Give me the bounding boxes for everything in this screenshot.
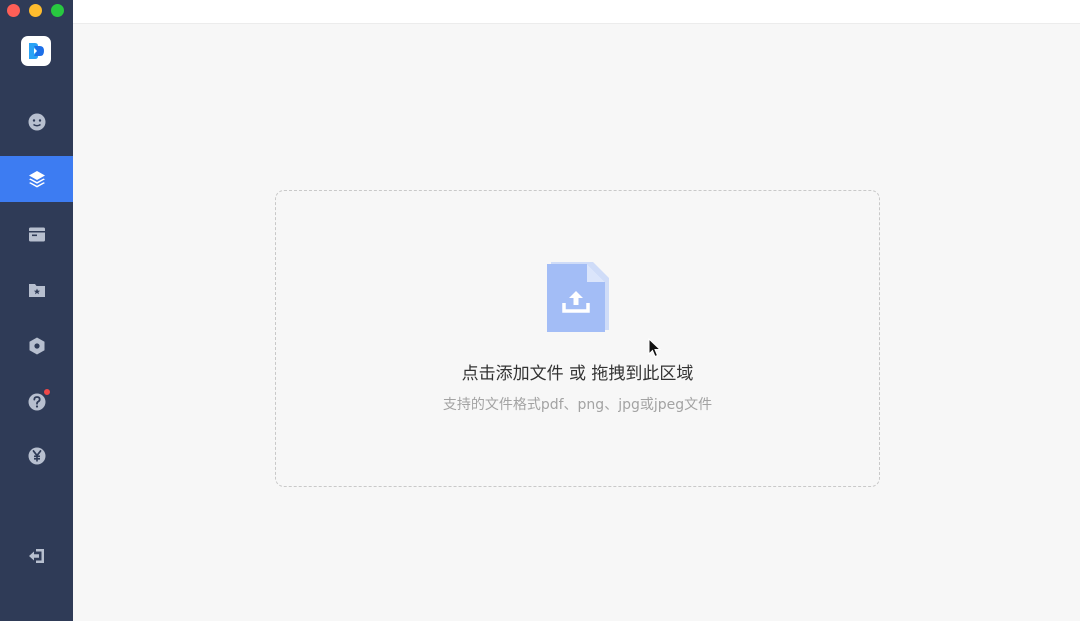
sidebar-item-help[interactable] (0, 379, 73, 425)
supported-formats-text: 支持的文件格式pdf、png、jpg或jpeg文件 (442, 397, 713, 413)
sidebar-item-hexagon[interactable] (0, 323, 73, 369)
sidebar-item-face[interactable] (0, 99, 73, 145)
file-upload-icon (547, 262, 609, 332)
app-logo-icon (29, 43, 44, 59)
close-window-button[interactable] (7, 4, 20, 17)
app-window: 点击添加文件 或 拖拽到此区域 支持的文件格式pdf、png、jpg或jpeg文… (0, 0, 1080, 621)
sidebar (0, 0, 73, 621)
sidebar-item-pricing[interactable] (0, 433, 73, 479)
minimize-window-button[interactable] (29, 4, 42, 17)
sidebar-item-calendar[interactable] (0, 211, 73, 257)
calendar-icon (28, 227, 45, 242)
face-icon (28, 113, 45, 131)
sidebar-item-folder[interactable] (0, 267, 73, 313)
logout-icon (28, 549, 44, 563)
sidebar-item-logout[interactable] (0, 533, 73, 579)
title-bar (73, 0, 1080, 24)
hexagon-icon (29, 337, 44, 355)
file-drop-zone[interactable]: 点击添加文件 或 拖拽到此区域 支持的文件格式pdf、png、jpg或jpeg文… (275, 190, 880, 487)
app-logo[interactable] (21, 36, 51, 66)
folder-star-icon (28, 284, 45, 297)
upload-instruction: 点击添加文件 或 拖拽到此区域 (461, 364, 694, 384)
layers-icon (28, 171, 45, 188)
notification-badge (43, 388, 51, 396)
window-controls (7, 4, 64, 17)
sidebar-item-layers[interactable] (0, 156, 73, 202)
maximize-window-button[interactable] (51, 4, 64, 17)
mouse-cursor-icon (648, 338, 662, 358)
yen-icon (28, 447, 45, 465)
